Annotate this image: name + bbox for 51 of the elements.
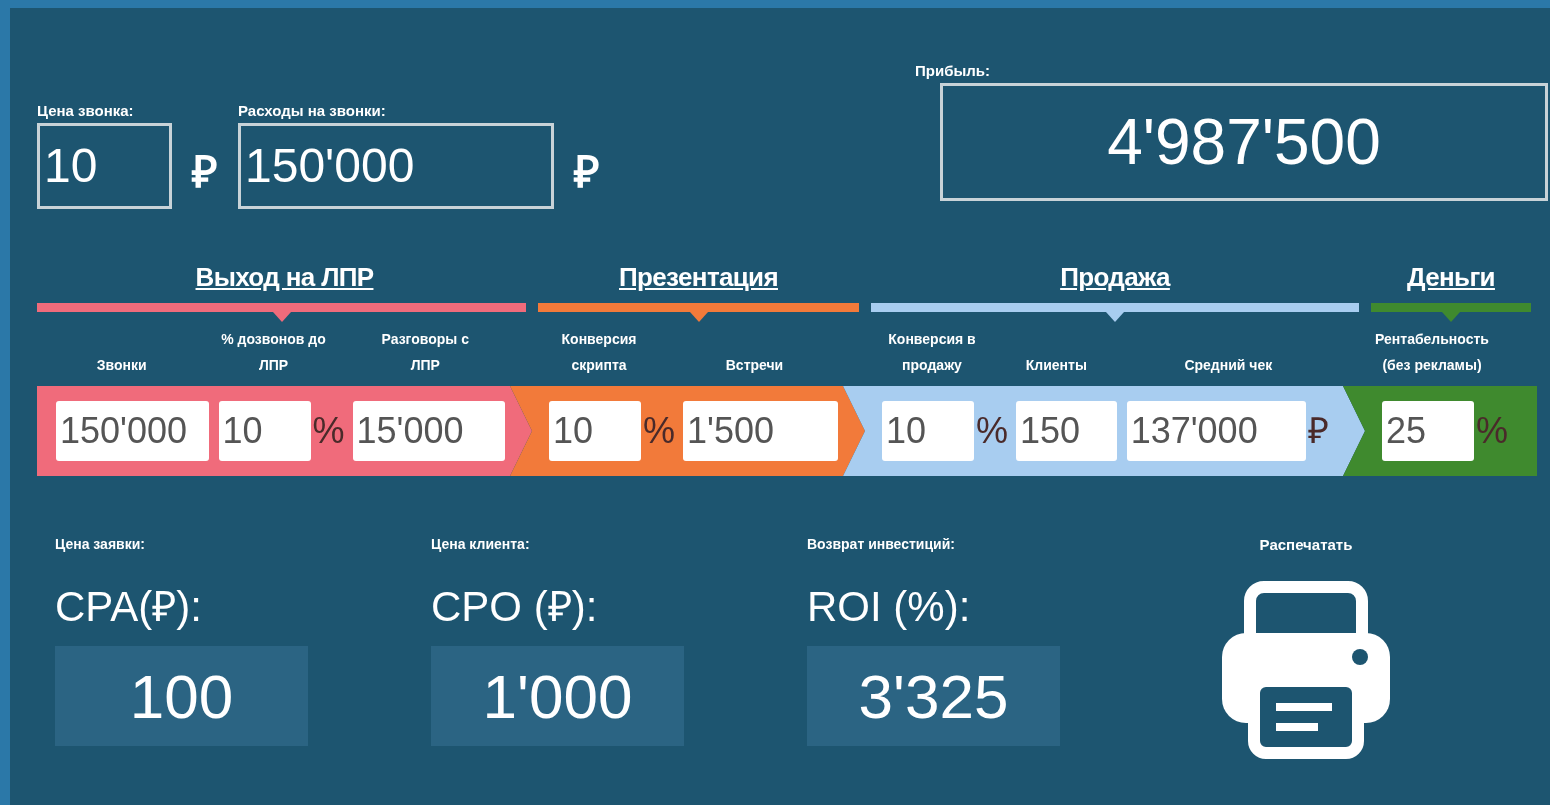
field-label: Разговоры с ЛПР — [380, 330, 470, 375]
field-label: Клиенты — [1025, 356, 1087, 375]
number-input[interactable]: 150'000 — [56, 401, 209, 461]
printer-icon — [1222, 578, 1390, 761]
call-price-input[interactable]: 10 — [37, 122, 172, 209]
unit-label: % — [312, 409, 343, 453]
number-input[interactable]: 137'000 — [1126, 401, 1306, 461]
metric-value: 3'325 — [807, 646, 1060, 746]
field-label: Звонки — [96, 356, 147, 375]
print-label: Распечатать — [1259, 535, 1353, 555]
field-label: Средний чек — [1184, 356, 1273, 375]
number-input[interactable]: 15'000 — [352, 401, 505, 461]
unit-label: % — [976, 409, 1006, 453]
metric-value: 100 — [55, 646, 308, 746]
stage-title[interactable]: Деньги — [1407, 258, 1495, 297]
number-input[interactable]: 10 — [218, 401, 311, 461]
ruble-sign: ₽ — [192, 145, 218, 198]
metric-caption: Цена клиента: — [431, 535, 531, 554]
field-label: Рентабельность (без рекламы) — [1374, 330, 1490, 375]
field-label: Цена звонка: — [37, 101, 135, 121]
metric-value: 1'000 — [431, 646, 684, 746]
field-label: Конверсия в продажу — [887, 330, 977, 375]
number-input[interactable]: 10 — [882, 401, 974, 461]
stage-title[interactable]: Презентация — [619, 258, 778, 297]
pointer-icon — [1442, 312, 1460, 322]
field-label: Встречи — [725, 356, 784, 375]
stage-title[interactable]: Выход на ЛПР — [195, 258, 374, 297]
stage-title[interactable]: Продажа — [1060, 258, 1170, 297]
pointer-icon — [689, 312, 708, 322]
print-button[interactable] — [1222, 578, 1390, 761]
metric-title: CPA(₽): — [55, 582, 203, 632]
metric-caption: Возврат инвестиций: — [807, 535, 956, 554]
unit-label: % — [1476, 409, 1506, 453]
profit-display: 4'987'500 — [940, 82, 1548, 201]
ruble-sign: ₽ — [574, 145, 600, 198]
metric-caption: Цена заявки: — [55, 535, 146, 554]
field-label: % дозвонов до ЛПР — [220, 330, 327, 375]
profit-label: Прибыль: — [915, 61, 991, 81]
number-input[interactable]: 150 — [1016, 401, 1117, 461]
unit-label: % — [643, 409, 673, 453]
pointer-icon — [272, 312, 291, 322]
metric-title: ROI (%): — [807, 582, 972, 632]
unit-label: ₽ — [1308, 409, 1330, 453]
call-costs-input[interactable]: 150'000 — [238, 122, 554, 209]
number-input[interactable]: 25 — [1382, 401, 1474, 461]
number-input[interactable]: 1'500 — [683, 401, 838, 461]
field-label: Расходы на звонки: — [238, 101, 387, 121]
pointer-icon — [1106, 312, 1124, 322]
field-label: Конверсия скрипта — [560, 330, 638, 375]
metric-title: CPO (₽): — [431, 582, 599, 632]
number-input[interactable]: 10 — [549, 401, 641, 461]
